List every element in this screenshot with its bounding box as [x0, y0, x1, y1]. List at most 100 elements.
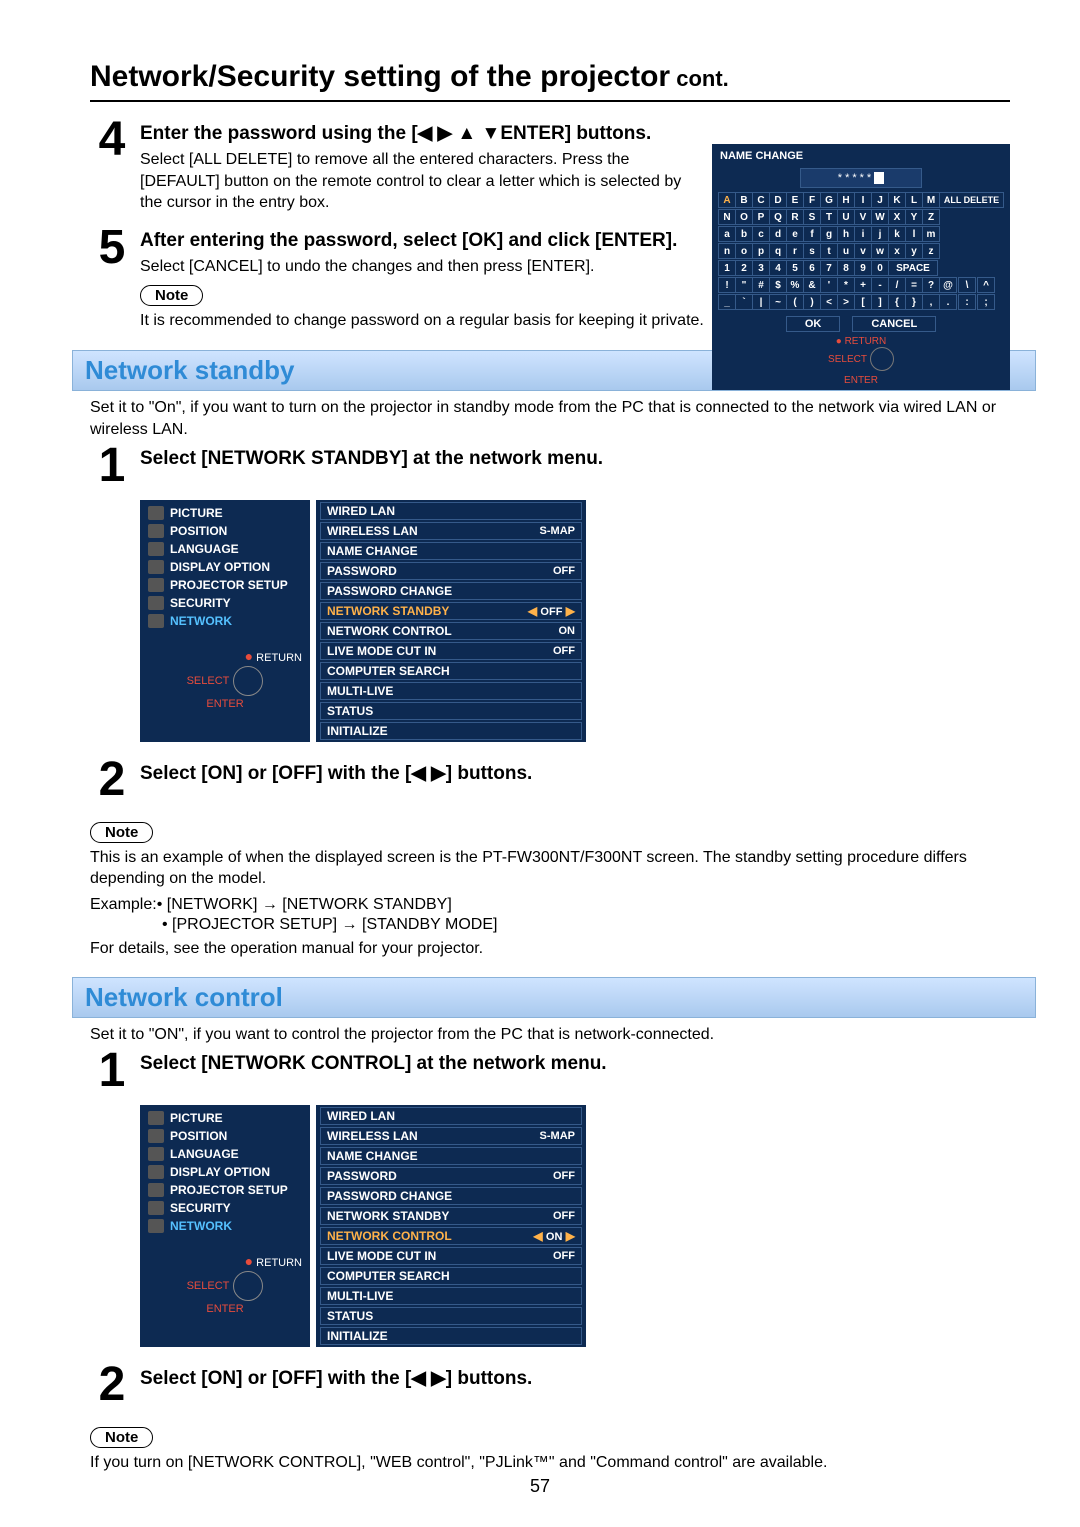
kbd-key[interactable]: E: [786, 192, 804, 208]
kbd-key[interactable]: z: [922, 243, 940, 259]
kbd-key[interactable]: q: [769, 243, 787, 259]
osd-right-item[interactable]: PASSWORD CHANGE: [320, 1187, 582, 1205]
kbd-key[interactable]: h: [837, 226, 855, 242]
osd-left-item[interactable]: PICTURE: [140, 1109, 310, 1127]
kbd-key[interactable]: (: [786, 294, 804, 310]
kbd-key[interactable]: 7: [820, 260, 838, 276]
kbd-key[interactable]: }: [905, 294, 923, 310]
kbd-key[interactable]: ^: [977, 277, 995, 293]
kbd-key[interactable]: ?: [922, 277, 940, 293]
osd-right-item[interactable]: INITIALIZE: [320, 1327, 582, 1345]
kbd-key[interactable]: B: [735, 192, 753, 208]
kbd-key[interactable]: M: [922, 192, 940, 208]
kbd-key[interactable]: .: [939, 294, 957, 310]
kbd-key[interactable]: L: [905, 192, 923, 208]
kbd-key[interactable]: D: [769, 192, 787, 208]
kbd-ok-button[interactable]: OK: [786, 316, 841, 332]
osd-right-item[interactable]: NAME CHANGE: [320, 1147, 582, 1165]
kbd-key[interactable]: Z: [922, 209, 940, 225]
kbd-key[interactable]: A: [718, 192, 736, 208]
kbd-key[interactable]: <: [820, 294, 838, 310]
osd-right-item[interactable]: PASSWORDOFF: [320, 562, 582, 580]
kbd-key[interactable]: +: [854, 277, 872, 293]
osd-left-item[interactable]: PROJECTOR SETUP: [140, 576, 310, 594]
kbd-key[interactable]: -: [871, 277, 889, 293]
kbd-cancel-button[interactable]: CANCEL: [852, 316, 936, 332]
kbd-key[interactable]: *: [837, 277, 855, 293]
kbd-key[interactable]: u: [837, 243, 855, 259]
osd-right-item[interactable]: MULTI-LIVE: [320, 682, 582, 700]
osd-right-item[interactable]: NETWORK STANDBY◀ OFF ▶: [320, 602, 582, 620]
kbd-key[interactable]: >: [837, 294, 855, 310]
osd-right-item[interactable]: LIVE MODE CUT INOFF: [320, 1247, 582, 1265]
kbd-key[interactable]: 6: [803, 260, 821, 276]
kbd-key[interactable]: 4: [769, 260, 787, 276]
kbd-key[interactable]: \: [958, 277, 976, 293]
kbd-key[interactable]: f: [803, 226, 821, 242]
kbd-key[interactable]: V: [854, 209, 872, 225]
kbd-key[interactable]: O: [735, 209, 753, 225]
kbd-key[interactable]: ;: [977, 294, 995, 310]
kbd-key[interactable]: ): [803, 294, 821, 310]
kbd-key[interactable]: x: [888, 243, 906, 259]
osd-left-item[interactable]: LANGUAGE: [140, 1145, 310, 1163]
kbd-key[interactable]: g: [820, 226, 838, 242]
kbd-key[interactable]: b: [735, 226, 753, 242]
osd-left-item[interactable]: POSITION: [140, 522, 310, 540]
osd-left-item[interactable]: NETWORK: [140, 1217, 310, 1235]
kbd-key[interactable]: _: [718, 294, 736, 310]
osd-right-item[interactable]: MULTI-LIVE: [320, 1287, 582, 1305]
kbd-key[interactable]: y: [905, 243, 923, 259]
osd-right-item[interactable]: NETWORK CONTROL◀ ON ▶: [320, 1227, 582, 1245]
kbd-key[interactable]: o: [735, 243, 753, 259]
kbd-key[interactable]: {: [888, 294, 906, 310]
kbd-key[interactable]: k: [888, 226, 906, 242]
kbd-key[interactable]: G: [820, 192, 838, 208]
kbd-key[interactable]: `: [735, 294, 753, 310]
kbd-key[interactable]: $: [769, 277, 787, 293]
kbd-key[interactable]: n: [718, 243, 736, 259]
kbd-key[interactable]: =: [905, 277, 923, 293]
osd-right-item[interactable]: STATUS: [320, 1307, 582, 1325]
kbd-key[interactable]: X: [888, 209, 906, 225]
kbd-key[interactable]: r: [786, 243, 804, 259]
osd-right-item[interactable]: PASSWORDOFF: [320, 1167, 582, 1185]
kbd-key[interactable]: [: [854, 294, 872, 310]
kbd-key[interactable]: ]: [871, 294, 889, 310]
osd-left-item[interactable]: SECURITY: [140, 594, 310, 612]
osd-right-item[interactable]: INITIALIZE: [320, 722, 582, 740]
kbd-key[interactable]: R: [786, 209, 804, 225]
kbd-key[interactable]: /: [888, 277, 906, 293]
kbd-key[interactable]: a: [718, 226, 736, 242]
kbd-key[interactable]: ': [820, 277, 838, 293]
kbd-key[interactable]: 8: [837, 260, 855, 276]
kbd-key[interactable]: s: [803, 243, 821, 259]
kbd-key[interactable]: 3: [752, 260, 770, 276]
osd-right-item[interactable]: STATUS: [320, 702, 582, 720]
osd-right-item[interactable]: COMPUTER SEARCH: [320, 662, 582, 680]
kbd-all-delete[interactable]: ALL DELETE: [939, 192, 1004, 208]
kbd-key[interactable]: %: [786, 277, 804, 293]
kbd-key[interactable]: N: [718, 209, 736, 225]
kbd-key[interactable]: &: [803, 277, 821, 293]
kbd-key[interactable]: I: [854, 192, 872, 208]
osd-right-item[interactable]: LIVE MODE CUT INOFF: [320, 642, 582, 660]
osd-left-item[interactable]: PROJECTOR SETUP: [140, 1181, 310, 1199]
kbd-key[interactable]: H: [837, 192, 855, 208]
osd-left-item[interactable]: DISPLAY OPTION: [140, 1163, 310, 1181]
kbd-key[interactable]: w: [871, 243, 889, 259]
kbd-key[interactable]: C: [752, 192, 770, 208]
kbd-key[interactable]: c: [752, 226, 770, 242]
kbd-key[interactable]: ": [735, 277, 753, 293]
kbd-key[interactable]: U: [837, 209, 855, 225]
kbd-key[interactable]: i: [854, 226, 872, 242]
osd-right-item[interactable]: NETWORK CONTROLON: [320, 622, 582, 640]
osd-left-item[interactable]: LANGUAGE: [140, 540, 310, 558]
kbd-key[interactable]: 2: [735, 260, 753, 276]
kbd-key[interactable]: 1: [718, 260, 736, 276]
kbd-space[interactable]: SPACE: [888, 260, 938, 276]
osd-right-item[interactable]: COMPUTER SEARCH: [320, 1267, 582, 1285]
osd-left-item[interactable]: DISPLAY OPTION: [140, 558, 310, 576]
kbd-key[interactable]: J: [871, 192, 889, 208]
osd-left-item[interactable]: POSITION: [140, 1127, 310, 1145]
